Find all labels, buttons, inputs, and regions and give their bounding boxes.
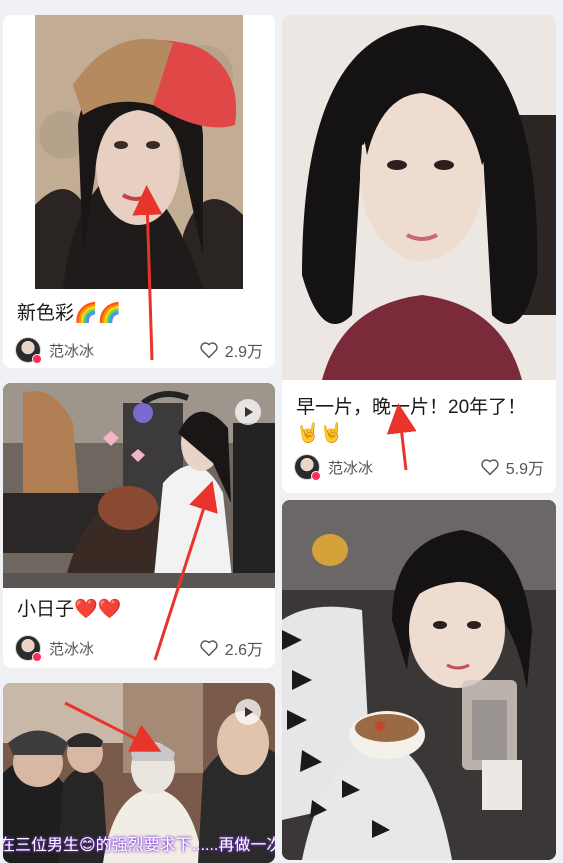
post-photo[interactable] <box>282 15 556 380</box>
post-photo[interactable] <box>3 15 275 295</box>
post-photo[interactable] <box>282 500 556 860</box>
author-avatar[interactable] <box>15 635 42 662</box>
feed-card-4[interactable]: 早一片，晚一片！20年了！ 🤘🤘 范冰冰 5.9万 <box>282 15 556 493</box>
heart-outline-icon <box>481 459 499 476</box>
feed-card-3[interactable]: 在三位男生😊的强烈要求下......再做一次护肤 <box>3 683 275 863</box>
author-name[interactable]: 范冰冰 <box>49 340 94 361</box>
post-photo[interactable] <box>3 383 275 588</box>
post-meta: 范冰冰 5.9万 <box>294 454 544 481</box>
video-caption-overlay: 在三位男生😊的强烈要求下......再做一次护肤 <box>3 837 275 854</box>
like-button[interactable]: 2.9万 <box>199 338 263 362</box>
video-play-icon <box>235 399 261 425</box>
like-count: 2.9万 <box>224 344 263 361</box>
author-name[interactable]: 范冰冰 <box>328 457 373 478</box>
like-count: 5.9万 <box>505 461 544 478</box>
feed-card-5[interactable] <box>282 500 556 860</box>
like-button[interactable]: 2.6万 <box>199 636 263 660</box>
author-name[interactable]: 范冰冰 <box>49 638 94 659</box>
portrait-image <box>282 500 556 860</box>
author-avatar[interactable] <box>15 337 42 364</box>
like-button[interactable]: 5.9万 <box>480 455 544 479</box>
heart-outline-icon <box>200 640 218 657</box>
portrait-image <box>35 15 243 289</box>
post-title: 小日子❤️❤️ <box>17 599 122 620</box>
feed-card-2[interactable]: 小日子❤️❤️ 范冰冰 2.6万 <box>3 383 275 668</box>
post-title-line-1: 早一片，晚一片！20年了！ <box>296 397 527 418</box>
post-title: 新色彩🌈🌈 <box>17 303 122 324</box>
post-meta: 范冰冰 2.6万 <box>15 635 263 662</box>
post-title-line-2: 🤘🤘 <box>296 423 344 444</box>
post-meta: 范冰冰 2.9万 <box>15 337 263 364</box>
heart-outline-icon <box>200 342 218 359</box>
author-avatar[interactable] <box>294 454 321 481</box>
portrait-image <box>282 15 556 380</box>
post-photo[interactable]: 在三位男生😊的强烈要求下......再做一次护肤 <box>3 683 275 863</box>
video-play-icon <box>235 699 261 725</box>
feed-card-1[interactable]: 新色彩🌈🌈 范冰冰 2.9万 <box>3 15 275 368</box>
like-count: 2.6万 <box>224 642 263 659</box>
